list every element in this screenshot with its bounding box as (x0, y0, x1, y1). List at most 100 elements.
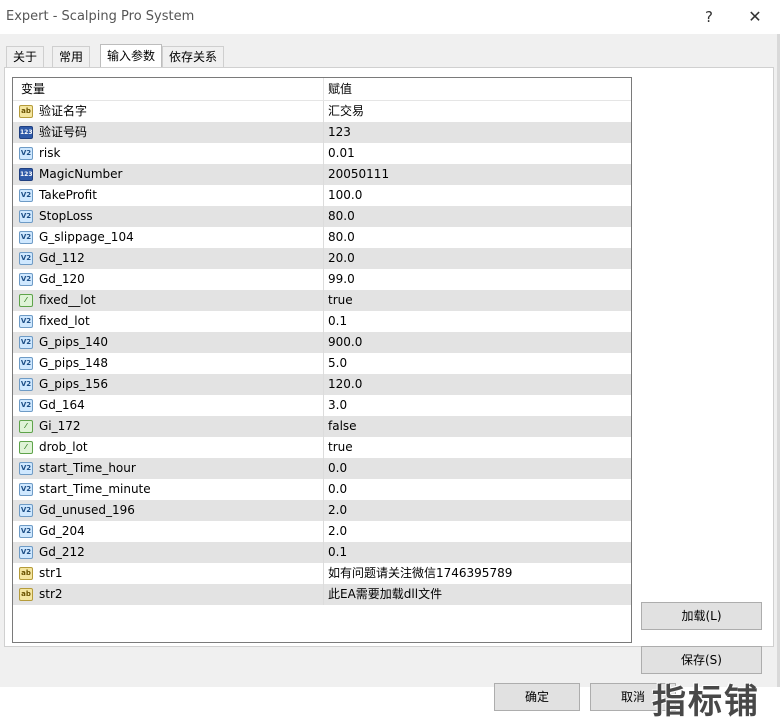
variable-cell[interactable]: V2 Gd_120 (13, 269, 324, 290)
variable-name: Gd_164 (39, 398, 85, 412)
help-button[interactable]: ? (694, 4, 724, 30)
bool-icon: ⁄ (19, 294, 33, 307)
variable-cell[interactable]: V2 risk (13, 143, 324, 164)
variable-cell[interactable]: V2 G_pips_148 (13, 353, 324, 374)
table-row[interactable]: V2 G_pips_148 5.0 (13, 353, 631, 374)
variable-cell[interactable]: V2 Gd_164 (13, 395, 324, 416)
value-cell[interactable]: 120.0 (328, 374, 362, 395)
value-cell[interactable]: 3.0 (328, 395, 347, 416)
value-cell[interactable]: 900.0 (328, 332, 362, 353)
save-button[interactable]: 保存(S) (641, 646, 762, 674)
ok-button[interactable]: 确定 (494, 683, 580, 711)
grid-header: 变量 赋值 (13, 78, 631, 101)
variable-cell[interactable]: V2 start_Time_minute (13, 479, 324, 500)
string-icon: ab (19, 588, 33, 601)
variable-cell[interactable]: V2 TakeProfit (13, 185, 324, 206)
value-cell[interactable]: 123 (328, 122, 351, 143)
header-value[interactable]: 赋值 (324, 78, 631, 100)
table-row[interactable]: ab 验证名字 汇交易 (13, 101, 631, 122)
double-icon: V2 (19, 462, 33, 475)
table-row[interactable]: V2 start_Time_hour 0.0 (13, 458, 631, 479)
variable-cell[interactable]: ab str1 (13, 563, 324, 584)
value-cell[interactable]: 99.0 (328, 269, 355, 290)
tab-about[interactable]: 关于 (6, 46, 45, 67)
table-row[interactable]: V2 StopLoss 80.0 (13, 206, 631, 227)
table-row[interactable]: ab str1 如有问题请关注微信1746395789 (13, 563, 631, 584)
table-row[interactable]: ⁄ Gi_172 false (13, 416, 631, 437)
value-cell[interactable]: 0.0 (328, 479, 347, 500)
value-cell[interactable]: 20.0 (328, 248, 355, 269)
table-row[interactable]: V2 G_pips_156 120.0 (13, 374, 631, 395)
value-cell[interactable]: true (328, 437, 353, 458)
table-row[interactable]: 123 MagicNumber 20050111 (13, 164, 631, 185)
variable-name: str1 (39, 566, 63, 580)
double-icon: V2 (19, 189, 33, 202)
value-cell[interactable]: 0.1 (328, 311, 347, 332)
value-cell[interactable]: 2.0 (328, 500, 347, 521)
table-row[interactable]: V2 fixed_lot 0.1 (13, 311, 631, 332)
table-row[interactable]: V2 Gd_212 0.1 (13, 542, 631, 563)
table-row[interactable]: V2 Gd_unused_196 2.0 (13, 500, 631, 521)
variable-cell[interactable]: ⁄ fixed__lot (13, 290, 324, 311)
table-row[interactable]: V2 TakeProfit 100.0 (13, 185, 631, 206)
table-row[interactable]: V2 Gd_164 3.0 (13, 395, 631, 416)
value-cell[interactable]: 20050111 (328, 164, 389, 185)
table-row[interactable]: V2 Gd_204 2.0 (13, 521, 631, 542)
variable-name: Gd_unused_196 (39, 503, 135, 517)
value-cell[interactable]: 80.0 (328, 227, 355, 248)
double-icon: V2 (19, 357, 33, 370)
table-row[interactable]: 123 验证号码 123 (13, 122, 631, 143)
table-row[interactable]: V2 start_Time_minute 0.0 (13, 479, 631, 500)
value-cell[interactable]: 汇交易 (328, 101, 364, 122)
variable-name: start_Time_minute (39, 482, 151, 496)
variable-cell[interactable]: V2 G_slippage_104 (13, 227, 324, 248)
variable-name: G_pips_148 (39, 356, 109, 370)
value-cell[interactable]: 80.0 (328, 206, 355, 227)
table-row[interactable]: V2 Gd_112 20.0 (13, 248, 631, 269)
value-cell[interactable]: 0.0 (328, 458, 347, 479)
header-variable[interactable]: 变量 (13, 78, 324, 100)
variable-cell[interactable]: V2 Gd_unused_196 (13, 500, 324, 521)
double-icon: V2 (19, 252, 33, 265)
value-cell[interactable]: 0.1 (328, 542, 347, 563)
variable-cell[interactable]: V2 G_pips_156 (13, 374, 324, 395)
value-cell[interactable]: 5.0 (328, 353, 347, 374)
table-row[interactable]: V2 G_pips_140 900.0 (13, 332, 631, 353)
value-cell[interactable]: true (328, 290, 353, 311)
value-cell[interactable]: 100.0 (328, 185, 362, 206)
table-row[interactable]: V2 G_slippage_104 80.0 (13, 227, 631, 248)
variable-cell[interactable]: ab str2 (13, 584, 324, 605)
value-cell[interactable]: 2.0 (328, 521, 347, 542)
variable-name: 验证号码 (39, 125, 88, 139)
table-row[interactable]: ⁄ fixed__lot true (13, 290, 631, 311)
load-button[interactable]: 加载(L) (641, 602, 762, 630)
value-cell[interactable]: 此EA需要加载dll文件 (328, 584, 442, 605)
double-icon: V2 (19, 483, 33, 496)
value-cell[interactable]: 如有问题请关注微信1746395789 (328, 563, 512, 584)
dialog-client-area: 关于 常用 输入参数 依存关系 变量 赋值 ab 验证名字 汇交易 123 验证号码 12… (0, 34, 780, 722)
variable-cell[interactable]: V2 Gd_204 (13, 521, 324, 542)
variable-cell[interactable]: ⁄ Gi_172 (13, 416, 324, 437)
variable-cell[interactable]: V2 Gd_112 (13, 248, 324, 269)
variable-cell[interactable]: 123 验证号码 (13, 122, 324, 143)
table-row[interactable]: V2 Gd_120 99.0 (13, 269, 631, 290)
variable-cell[interactable]: V2 fixed_lot (13, 311, 324, 332)
table-row[interactable]: V2 risk 0.01 (13, 143, 631, 164)
table-row[interactable]: ⁄ drob_lot true (13, 437, 631, 458)
variable-cell[interactable]: V2 Gd_212 (13, 542, 324, 563)
variable-cell[interactable]: V2 StopLoss (13, 206, 324, 227)
tab-common[interactable]: 常用 (52, 46, 91, 67)
variable-cell[interactable]: ab 验证名字 (13, 101, 324, 122)
value-cell[interactable]: false (328, 416, 357, 437)
close-button[interactable]: ✕ (740, 4, 770, 30)
tab-dependencies[interactable]: 依存关系 (162, 46, 225, 67)
variable-name: Gd_212 (39, 545, 85, 559)
table-row[interactable]: ab str2 此EA需要加载dll文件 (13, 584, 631, 605)
value-cell[interactable]: 0.01 (328, 143, 355, 164)
variable-cell[interactable]: V2 G_pips_140 (13, 332, 324, 353)
bool-icon: ⁄ (19, 441, 33, 454)
variable-cell[interactable]: ⁄ drob_lot (13, 437, 324, 458)
variable-cell[interactable]: 123 MagicNumber (13, 164, 324, 185)
tab-inputs[interactable]: 输入参数 (100, 44, 163, 68)
variable-cell[interactable]: V2 start_Time_hour (13, 458, 324, 479)
